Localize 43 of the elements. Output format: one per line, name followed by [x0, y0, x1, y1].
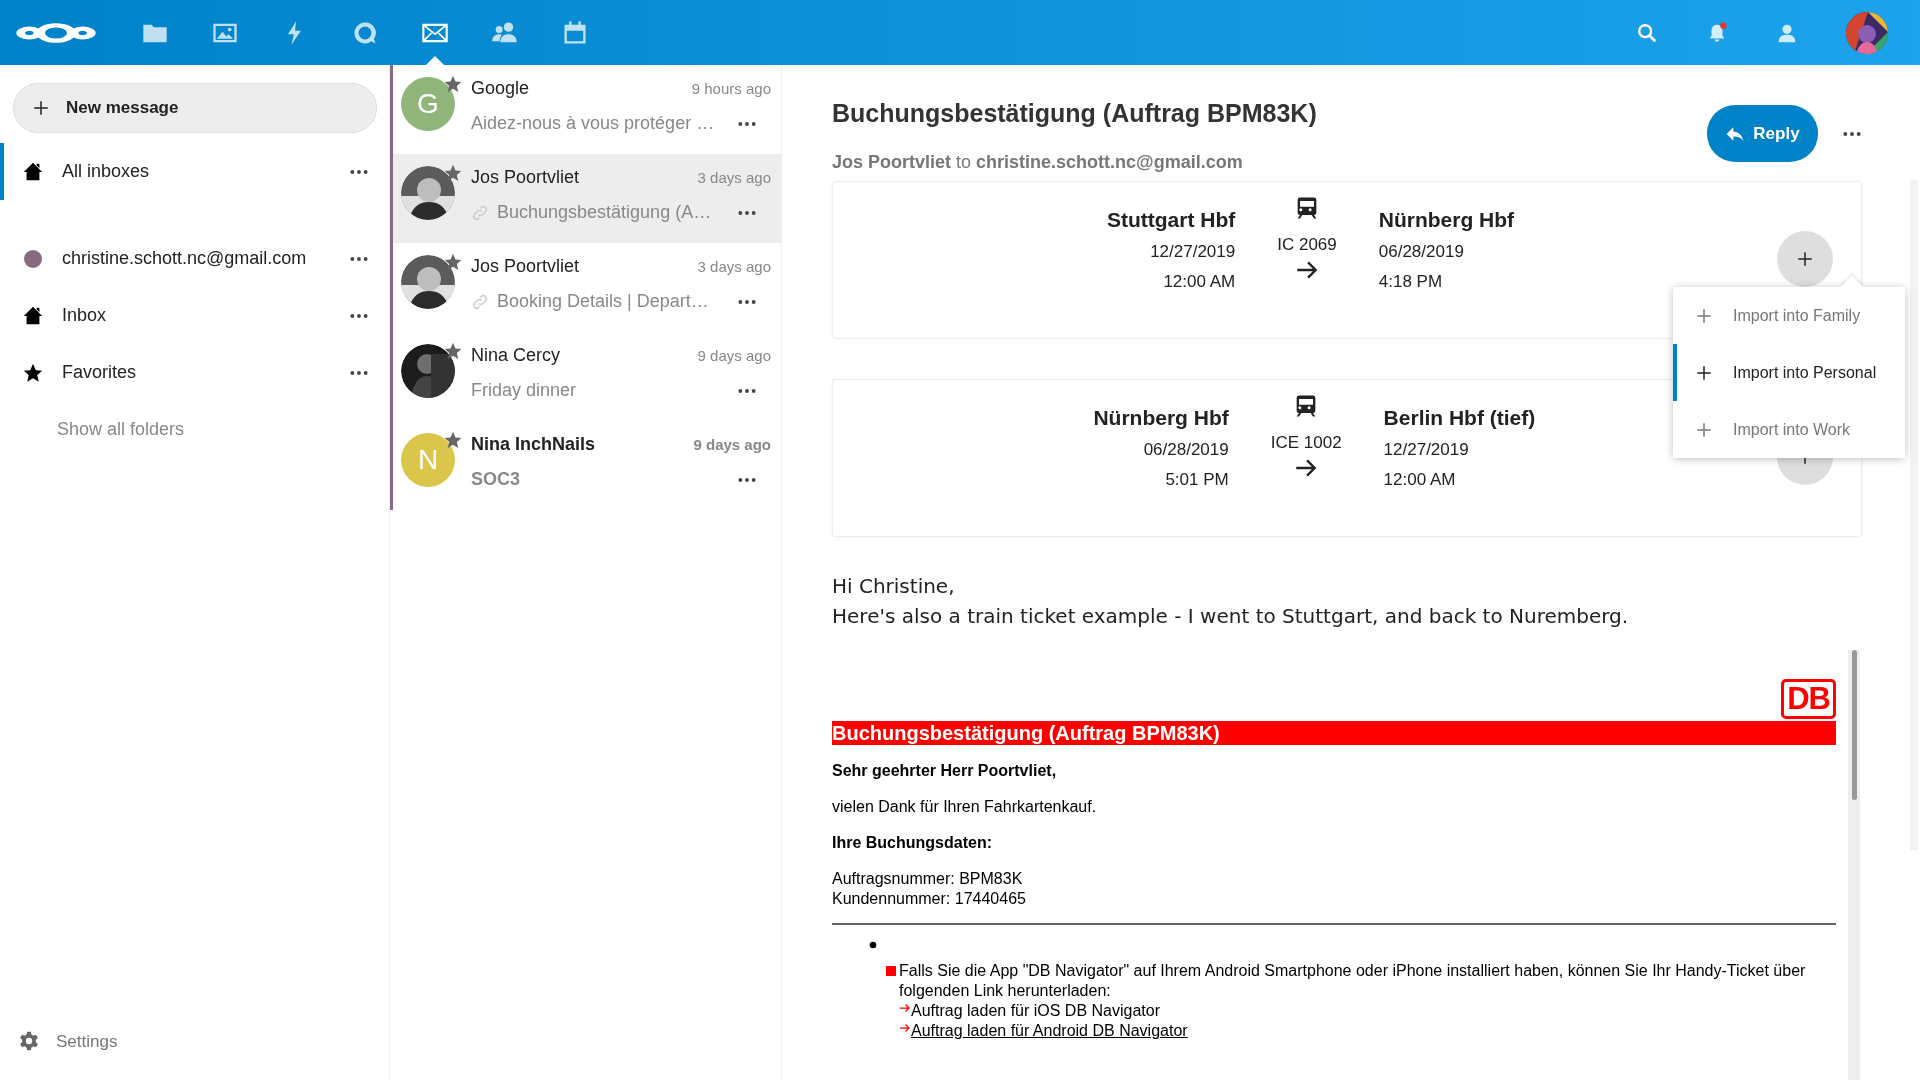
station-name: Nürnberg Hbf: [1378, 206, 1516, 233]
trip-date: 06/28/2019: [1378, 241, 1465, 263]
message-subject-heading: Buchungsbestätigung (Auftrag BPM83K): [832, 98, 1318, 129]
station-name: Berlin Hbf (tief): [1383, 404, 1536, 431]
sender-name: Google: [471, 77, 530, 100]
trip-date: 12/27/2019: [1149, 241, 1236, 263]
train-number: ICE 1002: [1270, 431, 1342, 454]
message-time: 9 days ago: [693, 435, 771, 455]
message-time: 9 days ago: [697, 346, 771, 366]
avatar: N: [401, 433, 455, 487]
message-subject: Aidez-nous à vous protéger …: [471, 112, 715, 135]
station-name: Stuttgart Hbf: [1105, 206, 1236, 233]
message-subject: Booking Details | Depart…: [497, 290, 709, 313]
email-heading: Buchungsbestätigung (Auftrag BPM83K): [832, 720, 1836, 745]
trip-time: 12:00 AM: [1162, 270, 1236, 293]
message-text: Here's also a train ticket example - I went to Stuttgart, and back to Nuremberg.: [832, 602, 1630, 630]
body-text: vielen Dank für Ihren Fahrkartenkauf.: [832, 796, 1098, 817]
station-name: Nürnberg Hbf: [1092, 404, 1229, 431]
trip-date: 12/27/2019: [1383, 439, 1470, 461]
message-subject: Friday dinner: [471, 379, 577, 402]
trip-time: 4:18 PM: [1378, 270, 1444, 293]
trip-time: 12:00 AM: [1383, 468, 1457, 491]
message-time: 3 days ago: [697, 257, 771, 277]
trip-time: 5:01 PM: [1164, 468, 1229, 491]
sender-name: Nina InchNails: [471, 433, 596, 456]
greeting-text: Hi Christine,: [832, 572, 956, 600]
avatar: G: [401, 77, 455, 131]
message-subject: Buchungsbestätigung (A…: [497, 201, 712, 224]
app-note-text: Falls Sie die App "DB Navigator" auf Ihrem Android Smartphone oder iPhone installiert haben, können Sie Ihr Handy-Ticket über folgenden Link herunterladen:: [899, 960, 1807, 1001]
sender-name: Jos Poortvliet: [471, 255, 580, 278]
sender-line: Jos Poortvliet to christine.schott.nc@gmail.com: [832, 150, 1244, 174]
message-subject: SOC3: [471, 468, 521, 491]
sender-name: Nina Cercy: [471, 344, 561, 367]
message-time: 3 days ago: [697, 168, 771, 188]
train-number: IC 2069: [1277, 233, 1337, 256]
customer-number-text: Kundennummer: 17440465: [832, 888, 1027, 909]
sender-name: Jos Poortvliet: [471, 166, 580, 189]
message-time: 9 hours ago: [691, 79, 771, 99]
db-logo: DB: [1781, 678, 1836, 719]
salutation-text: Sehr geehrter Herr Poortvliet,: [832, 760, 1058, 781]
section-heading: Ihre Buchungsdaten:: [832, 832, 993, 853]
order-number-text: Auftragsnummer: BPM83K: [832, 868, 1024, 889]
trip-date: 06/28/2019: [1142, 439, 1229, 461]
